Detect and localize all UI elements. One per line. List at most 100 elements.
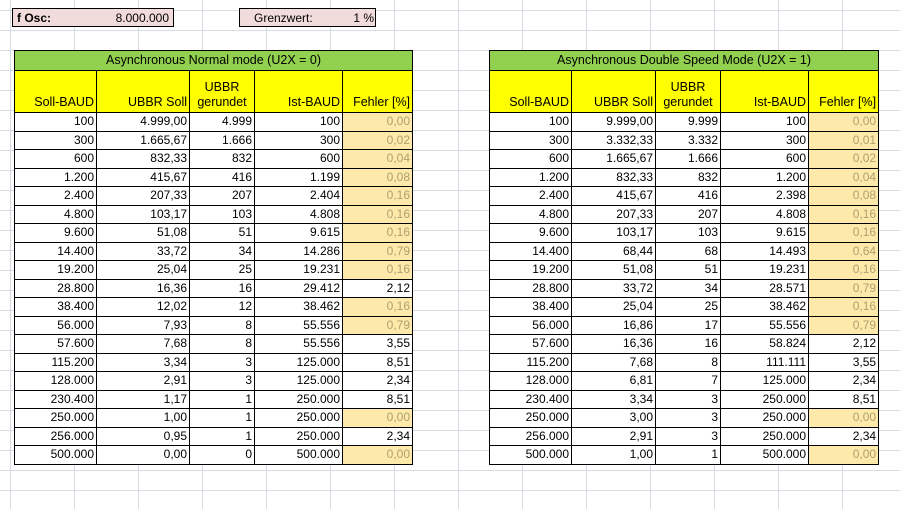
table-cell[interactable]: 16 [189,278,255,298]
table-cell[interactable]: 100 [254,112,343,132]
table-cell[interactable]: 832 [189,149,255,169]
table-cell[interactable]: 0,79 [807,315,880,335]
table-cell[interactable]: 103 [655,223,721,243]
table-cell[interactable]: 0,08 [807,186,880,206]
table-cell[interactable]: 3.332 [655,130,721,150]
table-cell[interactable]: 2.404 [254,186,343,206]
table-cell[interactable]: 0,02 [807,149,880,169]
table-cell[interactable]: 125.000 [720,371,809,391]
table-cell[interactable]: 3,00 [571,408,656,428]
table-cell[interactable]: 2,34 [341,426,414,446]
table-cell[interactable]: 55.556 [720,315,809,335]
osc-cell[interactable]: f Osc: 8.000.000 [12,8,174,27]
table-cell[interactable]: 8 [189,315,255,335]
table-cell[interactable]: 19.231 [254,260,343,280]
header-cell[interactable]: Fehler [%] [341,70,414,113]
table-cell[interactable]: 0,00 [96,445,190,465]
table-cell[interactable]: 207,33 [96,186,190,206]
table-cell[interactable]: 300 [14,130,97,150]
table-cell[interactable]: 9.600 [489,223,572,243]
table-cell[interactable]: 58.824 [720,334,809,354]
table-cell[interactable]: 14.493 [720,241,809,261]
header-cell[interactable]: Ist-BAUD [254,70,343,113]
table-cell[interactable]: 14.400 [14,241,97,261]
table-cell[interactable]: 128.000 [489,371,572,391]
table-cell[interactable]: 7,68 [96,334,190,354]
table-cell[interactable]: 9.615 [720,223,809,243]
table-cell[interactable]: 2,91 [96,371,190,391]
table-cell[interactable]: 1,17 [96,389,190,409]
table-cell[interactable]: 0,95 [96,426,190,446]
table-cell[interactable]: 1.200 [720,167,809,187]
table-cell[interactable]: 0,79 [341,241,414,261]
table-cell[interactable]: 0,00 [807,112,880,132]
table-cell[interactable]: 68 [655,241,721,261]
table-cell[interactable]: 57.600 [489,334,572,354]
table-cell[interactable]: 0,79 [807,278,880,298]
table-cell[interactable]: 1.200 [14,167,97,187]
table-cell[interactable]: 256.000 [489,426,572,446]
table-cell[interactable]: 55.556 [254,315,343,335]
table-cell[interactable]: 3 [655,408,721,428]
table-cell[interactable]: 28.800 [14,278,97,298]
table-cell[interactable]: 250.000 [720,408,809,428]
table-cell[interactable]: 3,55 [341,334,414,354]
table-cell[interactable]: 0,16 [807,260,880,280]
table-cell[interactable]: 34 [655,278,721,298]
table-cell[interactable]: 0,16 [341,297,414,317]
table-cell[interactable]: 2,12 [341,278,414,298]
table-cell[interactable]: 3,34 [96,352,190,372]
table-cell[interactable]: 1.666 [189,130,255,150]
table-cell[interactable]: 4.999 [189,112,255,132]
table-cell[interactable]: 3 [655,426,721,446]
table-cell[interactable]: 19.200 [489,260,572,280]
table-cell[interactable]: 3 [189,371,255,391]
header-cell[interactable]: Soll-BAUD [489,70,572,113]
table-cell[interactable]: 1.665,67 [571,149,656,169]
osc-value[interactable]: 8.000.000 [95,11,169,25]
table-cell[interactable]: 33,72 [571,278,656,298]
table-cell[interactable]: 250.000 [254,426,343,446]
table-cell[interactable]: 100 [14,112,97,132]
table-cell[interactable]: 0,64 [807,241,880,261]
table-cell[interactable]: 25 [189,260,255,280]
table-cell[interactable]: 57.600 [14,334,97,354]
table-cell[interactable]: 230.400 [14,389,97,409]
table-cell[interactable]: 100 [489,112,572,132]
table-title[interactable]: Asynchronous Double Speed Mode (U2X = 1) [488,50,880,71]
table-cell[interactable]: 1.666 [655,149,721,169]
table-cell[interactable]: 415,67 [96,167,190,187]
table-cell[interactable]: 1 [655,445,721,465]
table-cell[interactable]: 2.400 [14,186,97,206]
table-cell[interactable]: 51 [655,260,721,280]
table-title[interactable]: Asynchronous Normal mode (U2X = 0) [13,50,414,71]
table-cell[interactable]: 250.000 [720,426,809,446]
table-cell[interactable]: 600 [14,149,97,169]
table-cell[interactable]: 207,33 [571,204,656,224]
header-cell[interactable]: Ist-BAUD [720,70,809,113]
table-cell[interactable]: 19.200 [14,260,97,280]
table-cell[interactable]: 0,00 [341,408,414,428]
table-cell[interactable]: 2.398 [720,186,809,206]
table-cell[interactable]: 300 [254,130,343,150]
table-cell[interactable]: 38.462 [254,297,343,317]
table-cell[interactable]: 25,04 [96,260,190,280]
header-cell[interactable]: UBBR Soll [96,70,190,113]
table-cell[interactable]: 128.000 [14,371,97,391]
table-cell[interactable]: 2.400 [489,186,572,206]
table-cell[interactable]: 832,33 [571,167,656,187]
table-cell[interactable]: 300 [489,130,572,150]
table-cell[interactable]: 51 [189,223,255,243]
table-cell[interactable]: 115.200 [14,352,97,372]
table-cell[interactable]: 0,16 [807,223,880,243]
table-cell[interactable]: 1,00 [571,445,656,465]
table-cell[interactable]: 1.665,67 [96,130,190,150]
table-cell[interactable]: 25 [655,297,721,317]
table-cell[interactable]: 100 [720,112,809,132]
table-cell[interactable]: 0,16 [807,204,880,224]
table-cell[interactable]: 2,12 [807,334,880,354]
table-cell[interactable]: 250.000 [254,408,343,428]
table-cell[interactable]: 6,81 [571,371,656,391]
table-cell[interactable]: 600 [489,149,572,169]
table-cell[interactable]: 14.400 [489,241,572,261]
